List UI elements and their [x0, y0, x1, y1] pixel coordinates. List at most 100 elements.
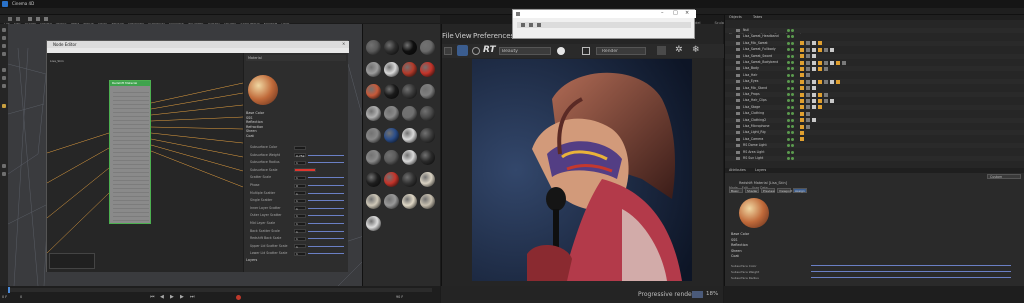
rotate-tool-icon[interactable] — [2, 52, 6, 56]
attr-slider[interactable] — [811, 271, 1011, 272]
start-frame[interactable]: 0 F — [2, 295, 7, 300]
render-dot-icon[interactable] — [791, 150, 794, 154]
settings-gear-icon[interactable]: ✲ — [675, 46, 684, 55]
material-swatch[interactable] — [384, 62, 399, 77]
attr-value-field[interactable]: 1 — [294, 191, 306, 196]
object-row[interactable]: Lisa_Sweat_Sword — [725, 53, 1024, 59]
tag-icon[interactable] — [824, 92, 828, 97]
crop-region-icon[interactable] — [582, 47, 590, 55]
rotate-icon[interactable] — [44, 17, 48, 21]
tag-icon[interactable] — [818, 105, 822, 110]
attr-slider[interactable] — [308, 238, 344, 240]
tag-icon[interactable] — [830, 60, 834, 65]
tag-icon[interactable] — [800, 66, 804, 71]
section-header[interactable]: Coat — [246, 134, 254, 138]
tag-icon[interactable] — [806, 60, 810, 65]
render-dot-icon[interactable] — [791, 118, 794, 122]
rt-icon[interactable]: RT — [483, 45, 496, 55]
material-swatch[interactable] — [402, 106, 417, 121]
attr-value-field[interactable]: 1 — [294, 251, 306, 256]
tag-icon[interactable] — [818, 79, 822, 84]
menu-view[interactable]: View — [455, 32, 472, 40]
material-swatch[interactable] — [366, 194, 381, 209]
tag-icon[interactable] — [806, 66, 810, 71]
object-row[interactable]: Lisa_Microphone — [725, 124, 1024, 129]
close-icon[interactable]: × — [342, 42, 346, 46]
tag-icon[interactable] — [800, 47, 804, 52]
tag-icon[interactable] — [806, 73, 810, 78]
object-name[interactable]: Lisa_Sweat_Fullbody — [743, 47, 776, 52]
tag-icon[interactable] — [800, 92, 804, 97]
visibility-dot-icon[interactable] — [787, 73, 790, 77]
render-dot-icon[interactable] — [791, 67, 794, 71]
attr-slider[interactable] — [308, 230, 344, 232]
snap-icon[interactable] — [2, 104, 6, 108]
render-dot-icon[interactable] — [791, 99, 794, 103]
visibility-dot-icon[interactable] — [787, 29, 790, 32]
polygon-mode-icon[interactable] — [2, 68, 6, 72]
material-swatch[interactable] — [420, 128, 435, 143]
material-swatch[interactable] — [384, 106, 399, 121]
tag-icon[interactable] — [812, 86, 816, 91]
render-dot-icon[interactable] — [791, 73, 794, 77]
material-swatch[interactable] — [366, 106, 381, 121]
section-header[interactable]: SSS — [731, 238, 737, 242]
object-name[interactable]: RS Area Light — [743, 150, 765, 155]
tag-icon[interactable] — [818, 66, 822, 71]
redo-icon[interactable] — [16, 17, 20, 21]
close-icon[interactable]: × — [685, 10, 689, 16]
step-forward-icon[interactable]: ▶ — [180, 294, 184, 300]
visibility-dot-icon[interactable] — [787, 86, 790, 90]
go-to-start-icon[interactable]: ⏮ — [150, 294, 155, 300]
object-row[interactable]: Lisa_Sweat_Fullbody — [725, 47, 1024, 53]
visibility-dot-icon[interactable] — [787, 118, 790, 122]
attr-value-field[interactable]: 0.752 — [294, 153, 306, 158]
attr-value-field[interactable]: 1 — [294, 236, 306, 241]
visibility-dot-icon[interactable] — [787, 137, 790, 141]
attr-value-field[interactable]: 1 — [294, 175, 306, 180]
attr-value-field[interactable]: 1 — [294, 229, 306, 234]
knife-icon[interactable] — [2, 172, 6, 176]
tag-icon[interactable] — [818, 47, 822, 52]
play-icon[interactable]: ▶ — [170, 294, 174, 300]
tag-icon[interactable] — [806, 92, 810, 97]
tag-icon[interactable] — [830, 98, 834, 103]
tag-icon[interactable] — [812, 118, 816, 123]
attr-slider[interactable] — [308, 185, 344, 186]
attr-slider[interactable] — [308, 162, 344, 164]
attr-value-field[interactable]: 1 — [294, 213, 306, 218]
visibility-dot-icon[interactable] — [787, 41, 790, 45]
start-render-icon[interactable] — [457, 45, 468, 56]
tool-icon[interactable] — [537, 23, 541, 27]
render-dot-icon[interactable] — [791, 157, 794, 160]
attr-value-field[interactable] — [294, 168, 316, 173]
snowflake-icon[interactable]: ❄ — [692, 46, 701, 55]
section-header[interactable]: Refraction — [246, 125, 263, 129]
visibility-dot-icon[interactable] — [787, 99, 790, 103]
visibility-dot-icon[interactable] — [787, 144, 790, 148]
attr-slider[interactable] — [308, 192, 344, 194]
attr-value-field[interactable]: 1 — [294, 206, 306, 211]
tag-icon[interactable] — [806, 41, 810, 46]
tag-icon[interactable] — [818, 41, 822, 46]
object-row[interactable]: Lisa_Sweat_Bodybend — [725, 60, 1024, 65]
scale-icon[interactable] — [36, 17, 40, 21]
render-dot-icon[interactable] — [791, 61, 794, 64]
attr-slider[interactable] — [308, 200, 344, 202]
tag-icon[interactable] — [800, 130, 804, 135]
tag-icon[interactable] — [812, 105, 816, 110]
tab-objects[interactable]: Objects — [729, 15, 742, 20]
grid-view-icon[interactable] — [444, 47, 452, 55]
current-frame[interactable]: 0 — [20, 295, 22, 300]
tab-takes[interactable]: Takes — [753, 15, 762, 20]
object-name[interactable]: Lisa_Mic_Stand — [743, 86, 767, 91]
material-swatch[interactable] — [402, 40, 417, 55]
material-swatch[interactable] — [366, 150, 381, 165]
render-dot-icon[interactable] — [791, 35, 794, 39]
move-tool-icon[interactable] — [2, 36, 6, 40]
layers-section[interactable]: Layers — [246, 258, 257, 262]
stop-render-icon[interactable] — [472, 47, 480, 55]
object-name[interactable]: Lisa_Eyes — [743, 79, 758, 84]
tag-icon[interactable] — [824, 98, 828, 103]
visibility-dot-icon[interactable] — [787, 80, 790, 84]
